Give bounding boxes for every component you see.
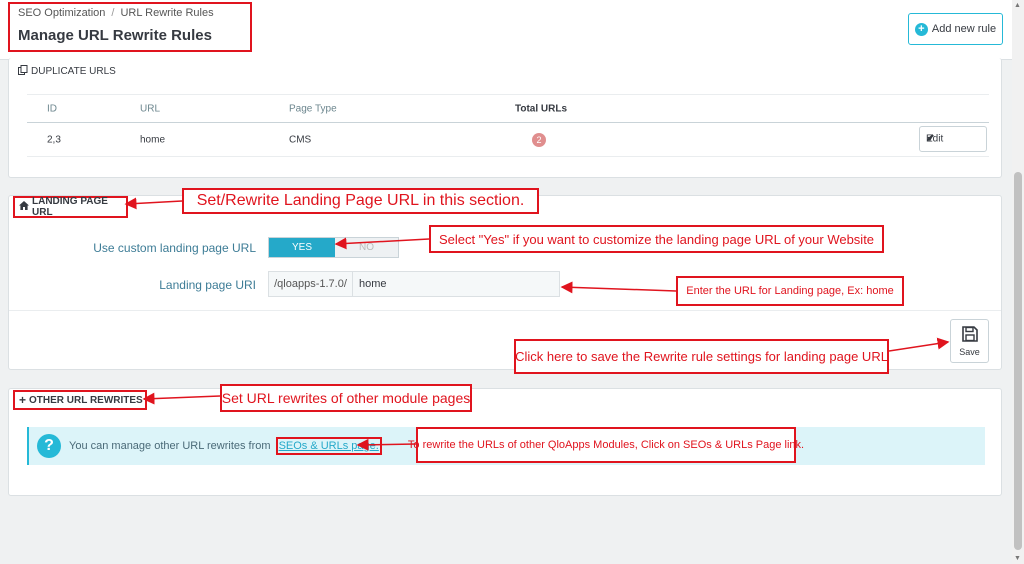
arrow-landing xyxy=(124,197,183,210)
arrow-other xyxy=(142,392,221,405)
annotation-arrows xyxy=(124,197,950,451)
vertical-scrollbar[interactable]: ▲ ▼ xyxy=(1012,0,1024,564)
arrow-link xyxy=(356,438,417,451)
arrow-yes xyxy=(334,237,430,250)
scroll-down-icon[interactable]: ▼ xyxy=(1014,555,1021,562)
arrow-uri xyxy=(560,281,677,294)
arrow-save xyxy=(888,337,950,352)
scroll-thumb[interactable] xyxy=(1014,172,1022,550)
scroll-up-icon[interactable]: ▲ xyxy=(1014,2,1021,9)
